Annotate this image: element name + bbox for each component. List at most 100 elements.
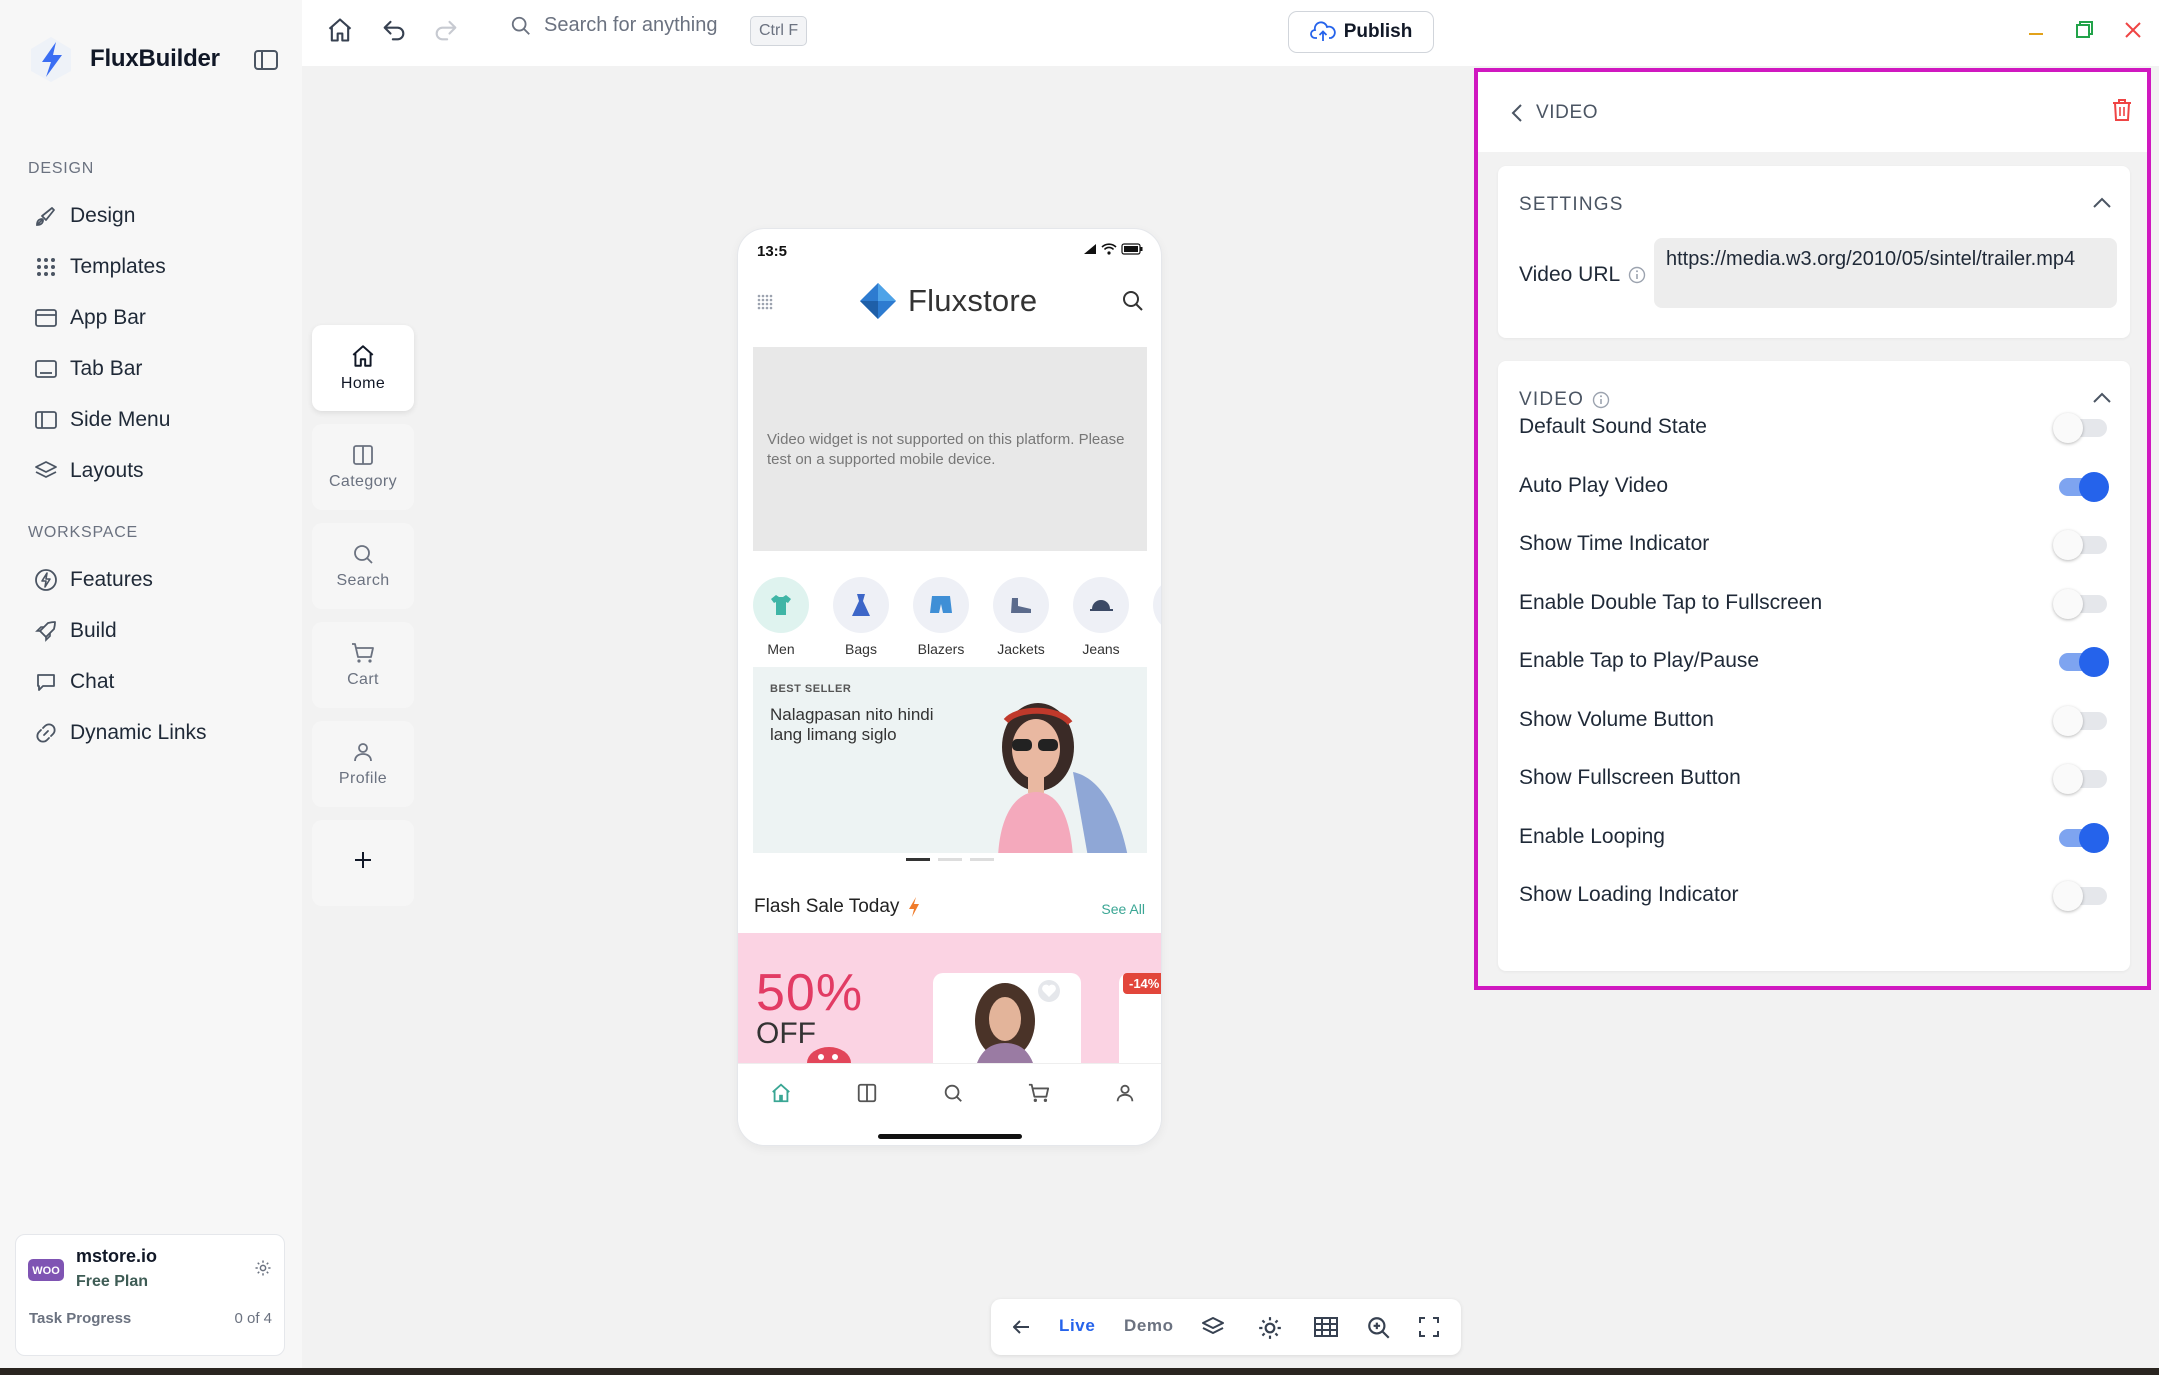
app-name: FluxBuilder [90,45,220,72]
sidebar-item-build[interactable]: Build [34,613,117,649]
redo-icon[interactable] [432,16,460,44]
back-arrow-icon[interactable] [1009,1315,1033,1339]
tab-category[interactable]: Category [312,424,414,510]
search-icon[interactable] [1121,289,1145,313]
toggle-switch[interactable] [2053,705,2109,736]
zoom-in-icon[interactable] [1366,1315,1392,1341]
brightness-icon[interactable] [1257,1315,1283,1341]
maximize-icon[interactable] [2074,20,2094,40]
sidebar-item-app-bar[interactable]: App Bar [34,300,146,336]
sidebar-item-features[interactable]: Features [34,562,153,598]
panel-back-button[interactable]: VIDEO [1510,102,1598,124]
see-all-link[interactable]: See All [1101,901,1145,917]
sidebar-item-label: Layouts [70,459,144,482]
grid-dots-icon [37,258,55,276]
phone-preview[interactable]: 13:5 Fluxstore Video widget is not suppo… [737,228,1162,1146]
tab-label: Category [328,473,398,490]
trash-icon[interactable] [2111,98,2133,122]
task-progress-label: Task Progress [29,1310,132,1327]
close-icon[interactable] [2123,20,2143,40]
store-brand-name: Fluxstore [908,283,1038,318]
toggle-switch[interactable] [2053,764,2109,794]
category-item[interactable]: W [1153,577,1161,657]
video-url-input[interactable] [1654,238,2117,308]
sidebar-item-layouts[interactable]: Layouts [34,453,144,489]
fluxbuilder-logo-icon [31,37,71,82]
toggle-switch[interactable] [2053,822,2109,853]
preview-toolbar: Live Demo [991,1299,1461,1355]
sidebar-item-templates[interactable]: Templates [34,249,166,285]
toggle-row: Enable Looping [1519,819,2109,855]
banner-tag: BEST SELLER [770,683,852,695]
layers-icon[interactable] [1201,1315,1225,1339]
product-card[interactable]: -14% [1119,973,1161,1063]
info-icon[interactable] [1628,266,1646,284]
sidebar-item-side-menu[interactable]: Side Menu [34,402,170,438]
tab-label: Cart [347,671,379,688]
signal-icon [1084,244,1096,254]
promo-banner[interactable]: BEST SELLER Nalagpasan nito hindi lang l… [753,667,1147,853]
home-icon[interactable] [326,16,354,44]
chevron-up-icon[interactable] [2092,197,2112,209]
phone-nav-cart-icon[interactable] [1027,1082,1051,1104]
fullscreen-icon[interactable] [1417,1315,1441,1339]
tab-home[interactable]: Home [312,325,414,411]
store-card[interactable]: WOO mstore.io Free Plan Task Progress 0 … [15,1234,285,1356]
grid-icon[interactable] [1313,1315,1339,1339]
task-progress-count: 0 of 4 [234,1310,272,1327]
product-card[interactable] [933,973,1081,1063]
phone-nav-category-icon[interactable] [856,1082,878,1104]
flash-sale-label: Flash Sale Today [754,896,900,917]
menu-grid-icon[interactable] [756,293,774,311]
phone-nav-profile-icon[interactable] [1114,1082,1136,1104]
toggle-switch[interactable] [2053,471,2109,502]
toggle-label: Enable Double Tap to Fullscreen [1519,590,1823,614]
toggle-switch[interactable] [2053,647,2109,677]
tab-profile[interactable]: Profile [312,721,414,807]
minimize-icon[interactable] [2026,20,2046,40]
gear-icon[interactable] [254,1259,272,1277]
toggle-row: Show Time Indicator [1519,526,2109,562]
global-search[interactable]: Search for anything [510,14,717,37]
flash-sale-title: Flash Sale Today [754,896,921,918]
settings-card: SETTINGS Video URL [1498,166,2130,338]
user-icon [354,743,372,762]
sidebar-item-tab-bar[interactable]: Tab Bar [34,351,142,387]
toggle-list: Default Sound State Auto Play Video Show T… [1498,361,2130,971]
sidebar-item-dynamic-links[interactable]: Dynamic Links [34,715,207,751]
category-item[interactable]: Jeans [1073,577,1129,657]
publish-button[interactable]: Publish [1288,11,1434,53]
panel-header: VIDEO [1478,72,2147,152]
home-indicator [878,1134,1022,1139]
category-item[interactable]: Men [753,577,809,657]
category-item[interactable]: Jackets [993,577,1049,657]
video-widget-placeholder[interactable]: Video widget is not supported on this pl… [753,347,1147,551]
demo-mode-toggle[interactable]: Demo [1124,1316,1174,1336]
banner-text: Nalagpasan nito hindi lang limang siglo [770,705,934,744]
plus-icon [355,852,371,868]
sidebar-item-design[interactable]: Design [34,198,135,234]
phone-nav-home-icon[interactable] [770,1082,792,1104]
wifi-icon [1101,243,1117,255]
sidebar-item-chat[interactable]: Chat [34,664,114,700]
sidebar-toggle-icon[interactable] [254,50,278,70]
sale-percent: 50% [756,964,864,1022]
panel-title: VIDEO [1536,102,1599,123]
live-mode-toggle[interactable]: Live [1059,1316,1095,1336]
toggle-switch[interactable] [2053,530,2109,560]
category-item[interactable]: Bags [833,577,889,657]
search-shortcut-badge: Ctrl F [750,16,808,46]
toggle-switch[interactable] [2053,881,2109,911]
phone-nav-search-icon[interactable] [942,1082,964,1104]
tab-cart[interactable]: Cart [312,622,414,708]
undo-icon[interactable] [380,16,408,44]
tab-search[interactable]: Search [312,523,414,609]
add-page-button[interactable] [312,820,414,906]
category-item[interactable]: Blazers [913,577,969,657]
toggle-row: Show Fullscreen Button [1519,760,2109,796]
sidebar-item-label: Build [70,619,117,642]
store-logo: Fluxstore [858,281,1037,321]
toggle-switch[interactable] [2053,413,2109,443]
toggle-switch[interactable] [2053,588,2109,619]
status-time: 13:5 [757,243,788,260]
